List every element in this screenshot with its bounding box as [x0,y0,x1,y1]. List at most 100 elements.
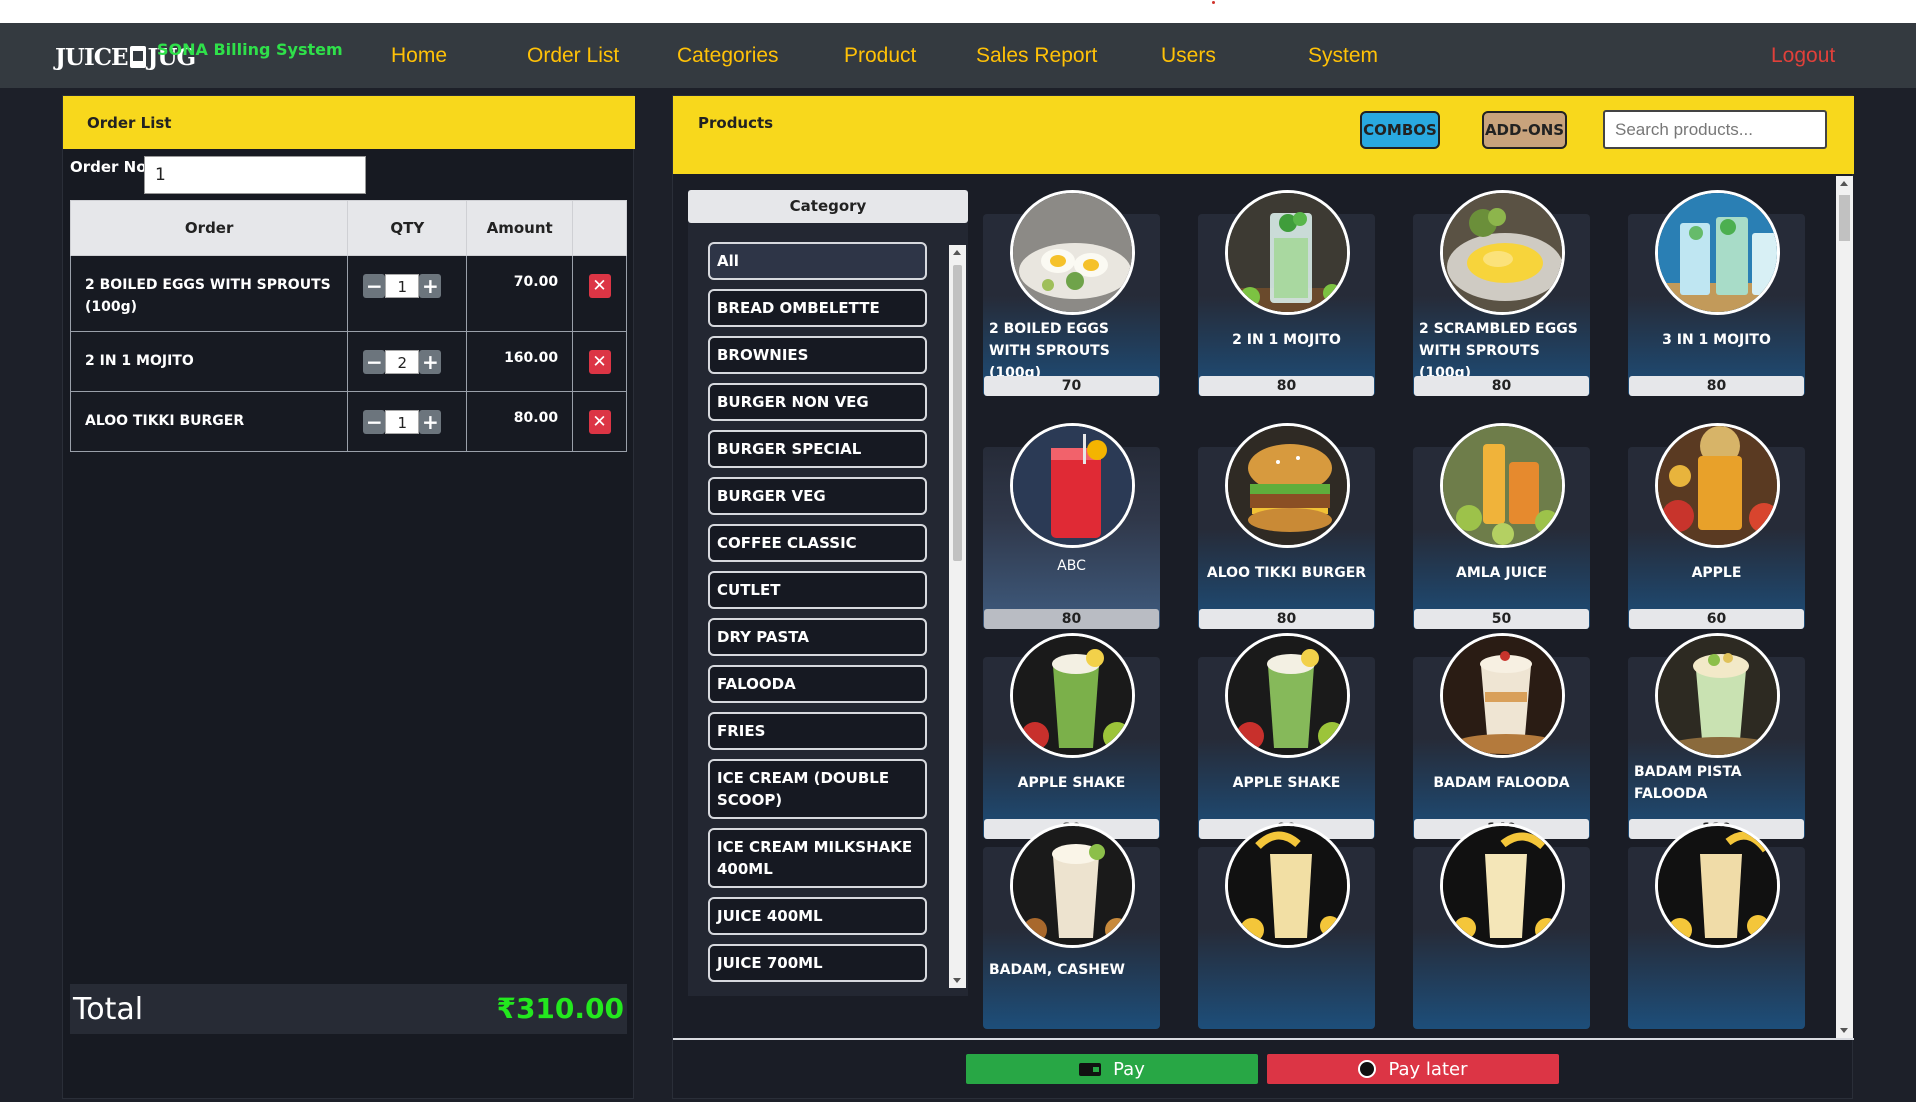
col-qty: QTY [347,200,468,256]
row-name: ALOO TIKKI BURGER [69,391,349,452]
qty-value[interactable]: 2 [385,350,420,374]
col-amount: Amount [466,200,574,256]
category-item[interactable]: BURGER SPECIAL [708,430,927,468]
decrease-button[interactable]: − [363,350,386,374]
nav-product[interactable]: Product [844,44,916,68]
row-amount: 160.00 [466,331,574,392]
product-card[interactable] [1628,823,1805,1029]
scroll-down-arrow[interactable] [953,978,961,983]
category-item[interactable]: COFFEE CLASSIC [708,524,927,562]
row-action-cell: ✕ [572,391,627,452]
scroll-thumb[interactable] [953,265,962,561]
col-order: Order [69,200,349,256]
total-value: ₹310.00 [496,992,624,1025]
product-card[interactable]: AMLA JUICE 50 [1413,423,1590,629]
product-card[interactable]: APPLE 60 [1628,423,1805,629]
category-item[interactable]: JUICE 400ML [708,897,927,935]
product-card[interactable]: APPLE SHAKE 90 [1198,633,1375,839]
product-image [1655,823,1780,948]
category-item[interactable]: BREAD OMBELETTE [708,289,927,327]
decrease-button[interactable]: − [363,410,386,434]
product-image [1225,633,1350,758]
pay-button[interactable]: Pay [966,1054,1258,1084]
nav-system[interactable]: System [1308,44,1378,68]
product-image [1440,633,1565,758]
decrease-button[interactable]: − [363,274,386,298]
category-item[interactable]: BROWNIES [708,336,927,374]
row-amount: 80.00 [466,391,574,452]
combos-button[interactable]: COMBOS [1360,111,1440,149]
products-panel: Products COMBOS ADD-ONS Category All BRE… [672,95,1854,1099]
nav-order-list[interactable]: Order List [527,44,619,68]
product-name: 2 SCRAMBLED EGGS WITH SPROUTS (100g) [1419,321,1578,381]
product-card[interactable]: ALOO TIKKI BURGER 80 [1198,423,1375,629]
increase-button[interactable]: + [419,350,442,374]
product-card[interactable]: BADAM FALOODA 140 [1413,633,1590,839]
category-item[interactable]: JUICE 700ML [708,944,927,982]
product-image [1010,633,1135,758]
product-card[interactable]: BADAM PISTA FALOODA 120 [1628,633,1805,839]
search-input[interactable] [1603,110,1827,149]
category-item[interactable]: ICE CREAM MILKSHAKE 400ML [708,828,927,888]
category-sidebar: Category All BREAD OMBELETTE BROWNIES BU… [688,190,968,996]
increase-button[interactable]: + [419,274,442,298]
order-no-input[interactable]: 1 [144,156,366,194]
qty-value[interactable]: 1 [385,274,420,298]
category-item[interactable]: ICE CREAM (DOUBLE SCOOP) [708,759,927,819]
row-qty-cell: − 1 + [347,255,468,332]
product-image [1225,190,1350,315]
quantity-stepper: − 1 + [363,410,466,434]
product-card[interactable]: 2 BOILED EGGS WITH SPROUTS (100g) 70 [983,190,1160,396]
product-card[interactable]: 2 SCRAMBLED EGGS WITH SPROUTS (100g) 80 [1413,190,1590,396]
product-name: ALOO TIKKI BURGER [1206,565,1367,581]
product-image [1655,190,1780,315]
product-card[interactable]: 3 IN 1 MOJITO 80 [1628,190,1805,396]
row-name: 2 BOILED EGGS WITH SPROUTS (100g) [69,255,349,332]
product-price: 60 [1629,609,1804,629]
row-qty-cell: − 1 + [347,391,468,452]
product-name: 2 IN 1 MOJITO [1232,332,1341,348]
product-card[interactable] [1198,823,1375,1029]
remove-item-button[interactable]: ✕ [588,410,611,434]
product-card[interactable]: BADAM, CASHEW [983,823,1160,1029]
category-item[interactable]: CUTLET [708,571,927,609]
scroll-down-arrow[interactable] [1840,1028,1848,1033]
remove-item-button[interactable]: ✕ [588,274,611,298]
product-name: APPLE [1691,565,1742,581]
product-image [1655,423,1780,548]
scroll-up-arrow[interactable] [1840,181,1848,186]
category-item[interactable]: BURGER VEG [708,477,927,515]
product-card[interactable] [1413,823,1590,1029]
nav-home[interactable]: Home [391,44,447,68]
product-name: BADAM, CASHEW [989,962,1126,978]
product-card[interactable]: 2 IN 1 MOJITO 80 [1198,190,1375,396]
category-item[interactable]: DRY PASTA [708,618,927,656]
scroll-up-arrow[interactable] [953,250,961,255]
remove-item-button[interactable]: ✕ [588,350,611,374]
category-item-all[interactable]: All [708,242,927,280]
category-scrollbar[interactable] [949,245,966,988]
product-image [1010,823,1135,948]
qty-value[interactable]: 1 [385,410,420,434]
product-name: ABC [1057,558,1086,574]
pay-later-button[interactable]: Pay later [1267,1054,1559,1084]
order-panel: Order List Order No. 1 Order QTY Amount … [62,95,635,1099]
pay-later-label: Pay later [1388,1058,1468,1080]
category-item[interactable]: FRIES [708,712,927,750]
scroll-thumb[interactable] [1839,195,1850,241]
product-card[interactable]: ABC 80 [983,423,1160,629]
nav-users[interactable]: Users [1161,44,1216,68]
nav-logout[interactable]: Logout [1771,44,1835,68]
addons-button[interactable]: ADD-ONS [1482,111,1567,149]
product-card[interactable]: APPLE SHAKE 80 [983,633,1160,839]
product-name: 3 IN 1 MOJITO [1662,332,1771,348]
category-item[interactable]: FALOODA [708,665,927,703]
products-scrollbar[interactable] [1836,176,1853,1038]
product-name: AMLA JUICE [1455,565,1548,581]
nav-sales-report[interactable]: Sales Report [976,44,1097,68]
category-item[interactable]: BURGER NON VEG [708,383,927,421]
nav-categories[interactable]: Categories [677,44,779,68]
increase-button[interactable]: + [419,410,442,434]
product-image [1655,633,1780,758]
brand-logo-juice: JUICE [55,43,129,71]
